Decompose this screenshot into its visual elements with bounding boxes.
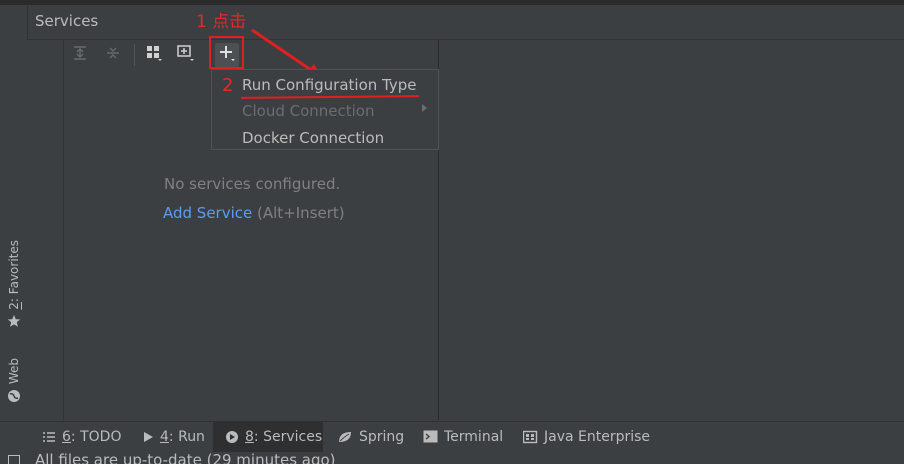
add-service-hint: Add Service (Alt+Insert) bbox=[163, 204, 345, 222]
annotation-step1: 1 点击 bbox=[196, 12, 247, 32]
submenu-arrow-icon bbox=[422, 104, 427, 112]
services-gutter bbox=[27, 40, 64, 420]
expand-all-icon bbox=[72, 45, 88, 65]
tab-todo-number: 6 bbox=[62, 428, 71, 445]
add-group-icon bbox=[175, 43, 197, 67]
tab-run-number: 4 bbox=[160, 428, 169, 445]
tab-services[interactable]: 8: Services bbox=[213, 421, 323, 452]
web-label: Web bbox=[6, 358, 21, 385]
terminal-icon bbox=[423, 430, 438, 443]
annotation-highlight-box bbox=[209, 36, 244, 69]
star-icon bbox=[7, 314, 21, 331]
new-group-button[interactable] bbox=[174, 43, 198, 67]
service-details-area bbox=[439, 40, 904, 420]
empty-state-message: No services configured. bbox=[164, 175, 341, 193]
collapse-all-button[interactable] bbox=[101, 43, 125, 67]
tab-spring-label: Spring bbox=[359, 428, 405, 445]
tab-services-label: : Services bbox=[253, 428, 323, 445]
menu-item-docker-connection[interactable]: Docker Connection bbox=[242, 129, 384, 147]
favorites-label: 2: Favorites bbox=[6, 240, 21, 310]
web-stripe-button[interactable]: Web bbox=[0, 358, 27, 406]
toolbar-separator bbox=[134, 44, 135, 66]
tab-run[interactable]: 4: Run bbox=[136, 421, 211, 452]
tab-run-label: : Run bbox=[168, 428, 205, 445]
favorites-stripe-button[interactable]: 2: Favorites bbox=[0, 240, 27, 331]
group-by-button[interactable] bbox=[142, 43, 166, 67]
menu-item-run-configuration-type[interactable]: Run Configuration Type bbox=[242, 76, 416, 94]
status-text: All files are up-to-date (29 minutes ago… bbox=[35, 452, 336, 464]
collapse-all-icon bbox=[105, 45, 121, 65]
services-icon bbox=[225, 430, 239, 444]
services-panel-header bbox=[27, 5, 904, 40]
status-bar: All files are up-to-date (29 minutes ago… bbox=[0, 452, 904, 464]
menu-item-cloud-connection[interactable]: Cloud Connection bbox=[242, 102, 375, 120]
tab-java-enterprise[interactable]: Java Enterprise bbox=[519, 421, 654, 452]
java-enterprise-icon bbox=[523, 430, 538, 444]
list-icon bbox=[42, 431, 56, 443]
tab-terminal[interactable]: Terminal bbox=[419, 421, 507, 452]
tab-todo-label: : TODO bbox=[70, 428, 122, 445]
play-icon bbox=[142, 431, 154, 443]
tab-terminal-label: Terminal bbox=[444, 428, 504, 445]
tab-services-number: 8 bbox=[245, 428, 254, 445]
tab-spring[interactable]: Spring bbox=[333, 421, 408, 452]
globe-icon bbox=[7, 389, 21, 406]
tab-java-enterprise-label: Java Enterprise bbox=[544, 428, 651, 445]
panel-title: Services bbox=[35, 12, 99, 30]
add-service-link[interactable]: Add Service bbox=[163, 204, 252, 222]
spring-leaf-icon bbox=[337, 430, 353, 444]
group-by-icon bbox=[144, 43, 164, 67]
tab-todo[interactable]: 6: TODO bbox=[36, 421, 127, 452]
expand-all-button[interactable] bbox=[68, 43, 92, 67]
add-service-popup-menu: Run Configuration Type Cloud Connection … bbox=[211, 69, 439, 150]
add-service-shortcut: (Alt+Insert) bbox=[257, 204, 345, 222]
toggle-tool-windows-icon[interactable] bbox=[8, 455, 20, 464]
annotation-step2: 2 bbox=[222, 75, 234, 96]
